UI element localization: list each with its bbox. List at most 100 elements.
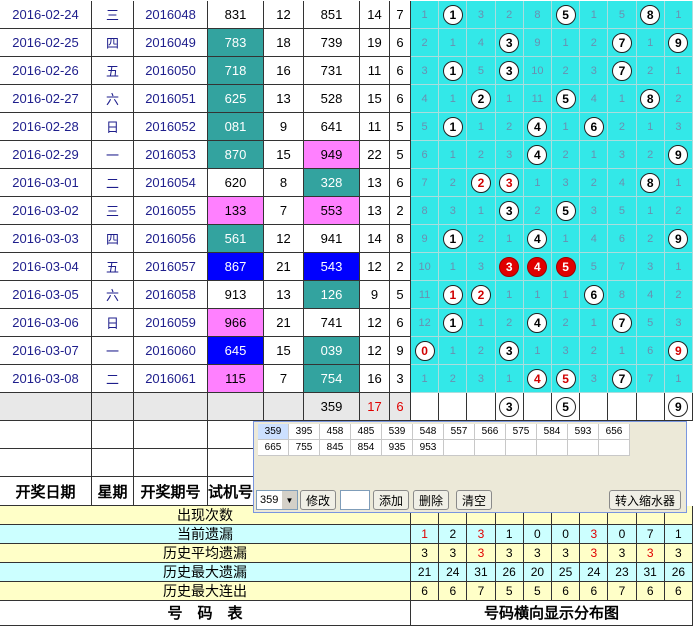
stat-value: 7 bbox=[467, 582, 496, 601]
miss-count: 5 bbox=[647, 316, 654, 329]
combo-item[interactable]: 395 bbox=[289, 424, 320, 440]
miss-count: 11 bbox=[531, 92, 544, 105]
miss-count: 11 bbox=[418, 288, 431, 301]
distribution-cell: 6 bbox=[636, 337, 665, 365]
test-number: 115 bbox=[208, 365, 264, 393]
stat-value: 1 bbox=[495, 525, 524, 544]
combo-item[interactable] bbox=[599, 440, 630, 456]
distribution-cell: 1 bbox=[495, 281, 524, 309]
distribution-cell: 1 bbox=[439, 1, 468, 29]
modify-button[interactable]: 修改 bbox=[300, 490, 336, 510]
stat-label: 历史平均遗漏 bbox=[0, 544, 411, 563]
combo-item[interactable]: 953 bbox=[413, 440, 444, 456]
miss-count: 3 bbox=[590, 64, 597, 77]
draw-sum: 14 bbox=[360, 225, 390, 253]
distribution-cell: 5 bbox=[552, 197, 581, 225]
combo-item[interactable]: 593 bbox=[568, 424, 599, 440]
distribution-cell: 8 bbox=[636, 85, 665, 113]
distribution-cell: 7 bbox=[608, 309, 637, 337]
miss-count: 2 bbox=[590, 176, 597, 189]
distribution-cell: 2 bbox=[495, 113, 524, 141]
combo-item[interactable]: 566 bbox=[475, 424, 506, 440]
clear-button[interactable]: 清空 bbox=[456, 490, 492, 510]
number-ball: 6 bbox=[583, 284, 604, 305]
combo-item[interactable]: 584 bbox=[537, 424, 568, 440]
combo-item[interactable] bbox=[537, 440, 568, 456]
combo-item[interactable]: 935 bbox=[382, 440, 413, 456]
combo-item[interactable]: 548 bbox=[413, 424, 444, 440]
distribution-cell: 1 bbox=[636, 197, 665, 225]
distribution-cell: 6 bbox=[580, 113, 609, 141]
stat-value: 24 bbox=[580, 563, 609, 582]
distribution-cell: 6 bbox=[580, 281, 609, 309]
combo-item[interactable]: 656 bbox=[599, 424, 630, 440]
distribution-cell: 4 bbox=[523, 365, 552, 393]
distribution-cell: 3 bbox=[552, 169, 581, 197]
miss-count: 3 bbox=[647, 260, 654, 273]
distribution-cell: 9 bbox=[664, 141, 693, 169]
miss-count: 4 bbox=[647, 288, 654, 301]
number-ball: 7 bbox=[611, 368, 632, 389]
stat-value: 21 bbox=[411, 563, 440, 582]
combo-item[interactable]: 854 bbox=[351, 440, 382, 456]
miss-count: 2 bbox=[506, 316, 513, 329]
combo-item[interactable]: 539 bbox=[382, 424, 413, 440]
combo-item[interactable]: 557 bbox=[444, 424, 475, 440]
miss-count: 2 bbox=[590, 36, 597, 49]
miss-count: 2 bbox=[675, 204, 682, 217]
miss-count: 5 bbox=[421, 120, 428, 133]
header-week: 星期 bbox=[92, 476, 134, 506]
distribution-cell: 2 bbox=[552, 141, 581, 169]
span-value: 5 bbox=[390, 113, 411, 141]
draw-number: 754 bbox=[304, 365, 360, 393]
add-button[interactable]: 添加 bbox=[373, 490, 409, 510]
distribution-cell: 2 bbox=[467, 85, 496, 113]
miss-count: 1 bbox=[449, 92, 456, 105]
combo-input[interactable] bbox=[340, 490, 370, 510]
distribution-cell: 8 bbox=[636, 1, 665, 29]
draw-date: 2016-03-01 bbox=[0, 169, 92, 197]
period-number: 2016061 bbox=[134, 365, 208, 393]
combo-item[interactable]: 755 bbox=[289, 440, 320, 456]
combo-item[interactable] bbox=[444, 440, 475, 456]
number-ball: 5 bbox=[555, 368, 576, 389]
period-number: 2016059 bbox=[134, 309, 208, 337]
chevron-down-icon[interactable]: ▼ bbox=[282, 491, 297, 509]
weekday: 二 bbox=[92, 169, 134, 197]
stat-value: 24 bbox=[439, 563, 468, 582]
combo-item[interactable]: 359 bbox=[258, 424, 289, 440]
test-number: 133 bbox=[208, 197, 264, 225]
number-ball: 1 bbox=[442, 4, 463, 25]
stat-value: 3 bbox=[580, 525, 609, 544]
test-sum: 16 bbox=[264, 57, 304, 85]
distribution-cell: 3 bbox=[495, 197, 524, 225]
combo-item[interactable] bbox=[568, 440, 599, 456]
combo-item[interactable] bbox=[475, 440, 506, 456]
combo-item[interactable]: 458 bbox=[320, 424, 351, 440]
combo-item[interactable]: 665 bbox=[258, 440, 289, 456]
miss-count: 9 bbox=[421, 232, 428, 245]
delete-button[interactable]: 删除 bbox=[413, 490, 449, 510]
blank-cell bbox=[92, 449, 134, 477]
draw-number: 949 bbox=[304, 141, 360, 169]
combo-item[interactable]: 845 bbox=[320, 440, 351, 456]
span-value: 6 bbox=[390, 309, 411, 337]
combo-item[interactable]: 575 bbox=[506, 424, 537, 440]
miss-count: 1 bbox=[590, 316, 597, 329]
number-ball: 9 bbox=[668, 396, 689, 417]
combo-item[interactable] bbox=[506, 440, 537, 456]
stat-label: 历史最大遗漏 bbox=[0, 563, 411, 582]
shrink-button[interactable]: 转入缩水器 bbox=[609, 490, 681, 510]
stat-value: 20 bbox=[523, 563, 552, 582]
stat-value: 25 bbox=[552, 563, 581, 582]
number-ball: 3 bbox=[499, 256, 520, 277]
combo-select[interactable]: 359 ▼ bbox=[256, 490, 298, 510]
distribution-cell: 1 bbox=[467, 197, 496, 225]
distribution-cell: 2 bbox=[664, 281, 693, 309]
weekday: 三 bbox=[92, 197, 134, 225]
draw-sum: 13 bbox=[360, 169, 390, 197]
distribution-cell: 1 bbox=[580, 309, 609, 337]
combo-item[interactable]: 485 bbox=[351, 424, 382, 440]
number-ball: 6 bbox=[583, 116, 604, 137]
number-ball: 3 bbox=[499, 200, 520, 221]
